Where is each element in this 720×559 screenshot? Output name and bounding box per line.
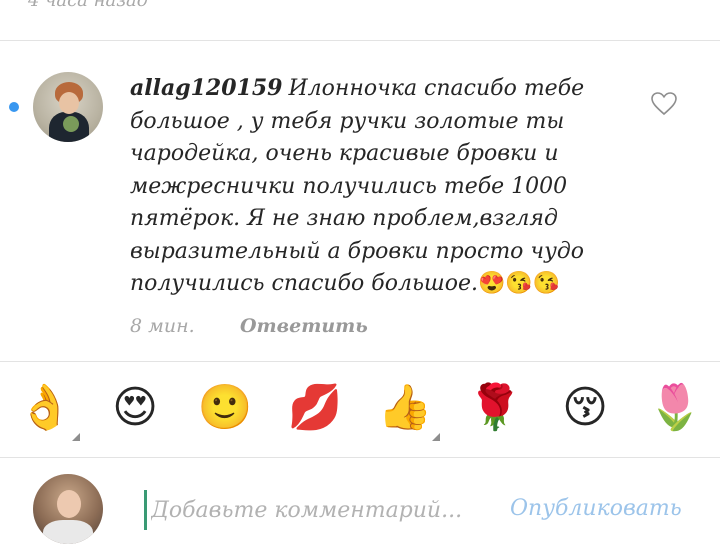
emoji-thumbs-up-button[interactable]: 👍 bbox=[373, 375, 437, 439]
emoji-kissing-face-button[interactable]: 😚 bbox=[553, 375, 617, 439]
emoji-ok-hand-button[interactable]: 👌 bbox=[13, 375, 77, 439]
comment-username[interactable]: allag120159 bbox=[130, 75, 282, 101]
emoji-heart-eyes-button[interactable]: 😍 bbox=[103, 375, 167, 439]
emoji-rose-button[interactable]: 🌹 bbox=[463, 375, 527, 439]
emoji-smile-button[interactable]: 🙂 bbox=[193, 375, 257, 439]
ok-hand-variants-indicator bbox=[72, 433, 80, 441]
like-heart-icon[interactable] bbox=[651, 92, 677, 116]
divider-middle bbox=[0, 361, 720, 362]
comment-time: 8 мин. bbox=[130, 315, 195, 337]
unread-indicator-dot bbox=[9, 102, 19, 112]
quick-emoji-bar: 👌 😍 🙂 💋 👍 🌹 😚 🌷 bbox=[0, 375, 720, 445]
comment-input[interactable] bbox=[144, 490, 484, 530]
avatar-shirt bbox=[43, 520, 93, 544]
commenter-avatar[interactable] bbox=[33, 72, 103, 142]
emoji-kiss-lips-button[interactable]: 💋 bbox=[283, 375, 347, 439]
reply-button[interactable]: Ответить bbox=[240, 315, 368, 337]
divider-top bbox=[0, 40, 720, 41]
emoji-tulip-button[interactable]: 🌷 bbox=[643, 375, 707, 439]
divider-bottom bbox=[0, 457, 720, 458]
publish-button[interactable]: Опубликовать bbox=[510, 496, 682, 521]
comment-emojis: 😍😘😘 bbox=[478, 271, 561, 296]
current-user-avatar bbox=[33, 474, 103, 544]
previous-comment-timestamp: 4 часа назад bbox=[28, 0, 149, 11]
avatar-face bbox=[59, 92, 79, 114]
comment-text: Илонночка спасибо тебе большое , у тебя … bbox=[130, 76, 585, 296]
avatar-bouquet bbox=[63, 116, 79, 132]
avatar-face bbox=[57, 490, 81, 518]
comment-body: allag120159 Илонночка спасибо тебе большо… bbox=[130, 72, 625, 301]
thumbs-up-variants-indicator bbox=[432, 433, 440, 441]
